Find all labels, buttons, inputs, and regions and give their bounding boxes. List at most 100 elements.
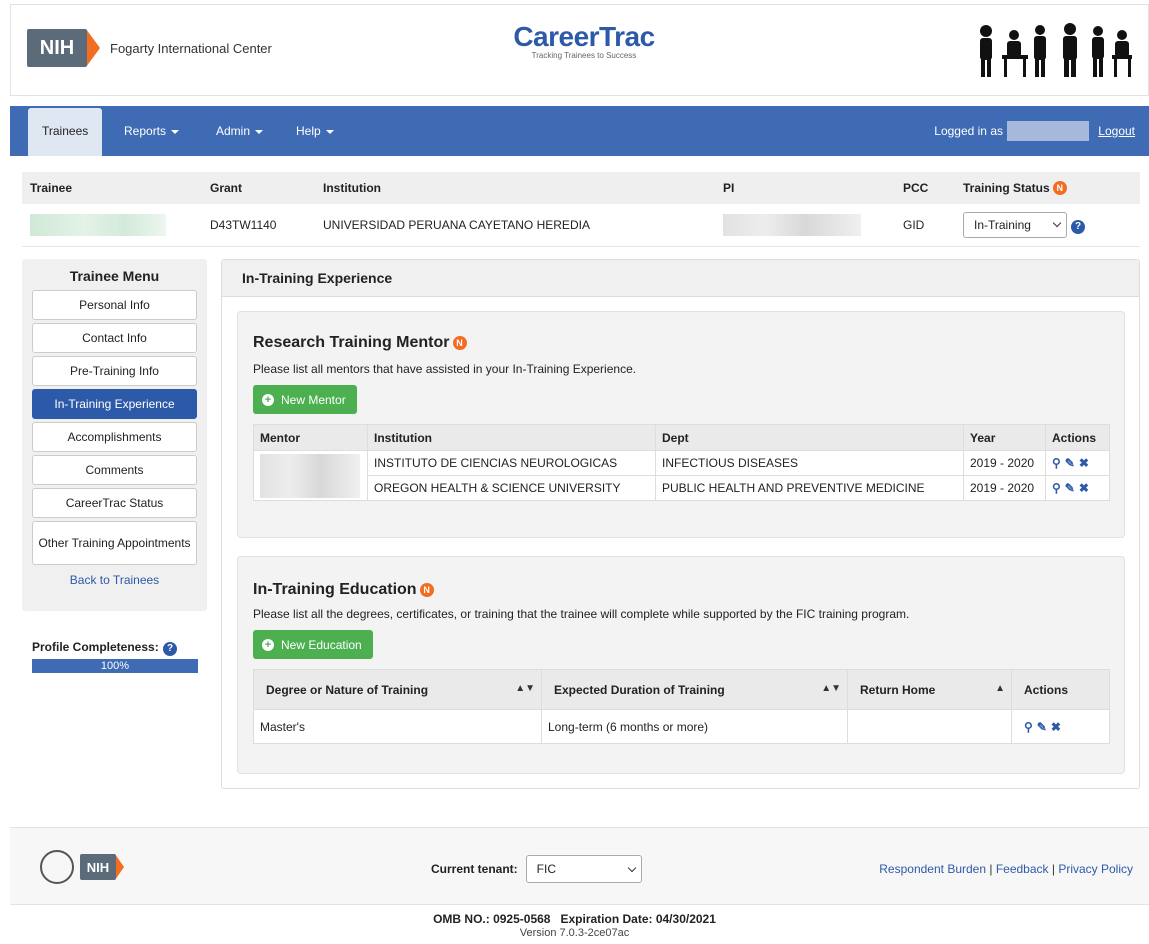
col-degree[interactable]: Degree or Nature of Training ▲▼	[253, 669, 542, 710]
col-pcc: PCC	[895, 172, 955, 204]
menu-in-training-experience[interactable]: In-Training Experience	[32, 389, 197, 419]
profile-label-text: Profile Completeness:	[32, 640, 159, 654]
caret-down-icon	[325, 129, 334, 134]
menu-accomplishments[interactable]: Accomplishments	[32, 422, 197, 452]
training-status-value: In-Training	[974, 217, 1031, 232]
tenant-value: FIC	[536, 862, 557, 876]
respondent-burden-link[interactable]: Respondent Burden	[879, 862, 986, 876]
degree-cell: Master's	[253, 709, 542, 744]
tenant-label: Current tenant:	[431, 862, 518, 876]
menu-other-training-appointments[interactable]: Other Training Appointments	[32, 521, 197, 565]
logout-link[interactable]: Logout	[1098, 106, 1135, 156]
nih-chevron-icon	[115, 854, 124, 880]
nav-trainees[interactable]: Trainees	[28, 108, 103, 156]
sort-asc-icon: ▲	[995, 682, 1005, 694]
version-text: Version 7.0.3-2ce07ac	[519, 927, 630, 939]
table-row: OREGON HEALTH & SCIENCE UNIVERSITY PUBLI…	[254, 475, 1110, 501]
duration-cell: Long-term (6 months or more)	[541, 709, 848, 744]
education-title-text: In-Training Education	[253, 581, 417, 598]
pencil-icon[interactable]: ✎	[1065, 456, 1075, 470]
in-training-experience-panel: In-Training Experience Research Training…	[221, 259, 1140, 789]
new-education-label: New Education	[281, 637, 362, 652]
omb-line: OMB NO.: 0925-0568 Expiration Date: 04/3…	[0, 912, 1149, 926]
in-training-education-card: In-Training Education N Please list all t…	[237, 556, 1125, 774]
research-mentor-card: Research Training Mentor N Please list al…	[237, 311, 1125, 538]
mentor-name-cell	[253, 450, 368, 501]
page-footer: NIH Current tenant: FIC Respondent Burde…	[10, 827, 1149, 905]
pi-cell	[715, 204, 895, 247]
mentor-institution-cell: OREGON HEALTH & SCIENCE UNIVERSITY	[367, 475, 656, 501]
omb-number: OMB NO.: 0925-0568	[433, 912, 551, 926]
panel-title: In-Training Experience	[222, 260, 1139, 297]
careertrac-logo: CareerTrac Tracking Trainees to Success	[499, 23, 669, 61]
plus-circle-icon: +	[262, 393, 274, 406]
col-duration-label: Expected Duration of Training	[554, 682, 725, 697]
col-training-status: Training Status N	[955, 172, 1140, 204]
profile-completeness-label: Profile Completeness: ?	[32, 640, 198, 656]
menu-contact-info[interactable]: Contact Info	[32, 323, 197, 353]
redacted-mentor-names	[260, 453, 360, 498]
app-subtitle: Tracking Trainees to Success	[531, 51, 637, 60]
trainee-menu-title: Trainee Menu	[69, 268, 160, 284]
footer-links: Respondent Burden | Feedback | Privacy P…	[879, 862, 1133, 876]
menu-careertrac-status[interactable]: CareerTrac Status	[32, 488, 197, 518]
table-row: INSTITUTO DE CIENCIAS NEUROLOGICAS INFEC…	[253, 450, 1110, 501]
question-help-icon[interactable]: ?	[1071, 219, 1085, 234]
magnifier-icon[interactable]: ⚲	[1052, 456, 1061, 470]
new-education-button[interactable]: + New Education	[253, 630, 373, 659]
plus-circle-icon: +	[262, 638, 274, 651]
footer-nih-box: NIH	[80, 854, 116, 880]
mentor-description: Please list all mentors that have assist…	[253, 362, 637, 376]
col-mentor-institution: Institution	[367, 424, 656, 451]
nav-help[interactable]: Help	[282, 106, 348, 156]
mentor-institution-cell: INSTITUTO DE CIENCIAS NEUROLOGICAS	[367, 450, 656, 476]
new-mentor-button[interactable]: + New Mentor	[253, 385, 357, 414]
menu-personal-info[interactable]: Personal Info	[32, 290, 197, 320]
mentor-title-text: Research Training Mentor	[253, 334, 450, 351]
back-to-trainees-link[interactable]: Back to Trainees	[22, 573, 207, 587]
profile-progress-bar: 100%	[32, 659, 198, 673]
caret-down-icon	[255, 129, 264, 134]
omb-info: OMB NO.: 0925-0568 Expiration Date: 04/3…	[0, 912, 1149, 939]
col-institution: Institution	[315, 172, 715, 204]
nih-chevron-icon	[86, 29, 100, 67]
feedback-link[interactable]: Feedback	[996, 862, 1049, 876]
col-trainee: Trainee	[22, 172, 202, 204]
col-mentor: Mentor	[253, 424, 368, 451]
x-icon[interactable]: ✖	[1079, 456, 1089, 470]
sort-both-icon: ▲▼	[515, 682, 535, 694]
x-icon[interactable]: ✖	[1079, 481, 1089, 495]
question-help-icon[interactable]: ?	[163, 642, 178, 656]
nav-admin-label: Admin	[216, 124, 251, 138]
expiration-date: Expiration Date: 04/30/2021	[560, 912, 716, 926]
nav-help-label: Help	[296, 124, 321, 138]
education-section-title: In-Training Education N	[253, 581, 434, 599]
nav-reports[interactable]: Reports	[110, 106, 193, 156]
people-silhouettes-icon	[980, 23, 1132, 77]
menu-pre-training-info[interactable]: Pre-Training Info	[32, 356, 197, 386]
trainee-name-cell	[22, 204, 202, 247]
menu-comments[interactable]: Comments	[32, 455, 197, 485]
col-duration[interactable]: Expected Duration of Training ▲▼	[541, 669, 848, 710]
trainee-menu: Trainee Menu Personal Info Contact Info …	[22, 259, 207, 611]
grant-cell: D43TW1140	[202, 204, 315, 247]
nav-trainees-label: Trainees	[42, 124, 89, 138]
col-pi: PI	[715, 172, 895, 204]
pencil-icon[interactable]: ✎	[1065, 481, 1075, 495]
notice-badge-icon: N	[419, 583, 434, 597]
mentor-actions-cell: ⚲ ✎ ✖	[1045, 475, 1110, 501]
mentor-actions-cell: ⚲ ✎ ✖	[1045, 450, 1110, 476]
col-return-home[interactable]: Return Home ▲	[847, 669, 1012, 710]
training-status-select[interactable]: In-Training	[963, 211, 1067, 238]
tenant-select[interactable]: FIC	[525, 855, 642, 883]
privacy-policy-link[interactable]: Privacy Policy	[1058, 862, 1133, 876]
tenant-selector: Current tenant: FIC	[431, 855, 642, 883]
chevron-down-icon	[627, 863, 636, 872]
pencil-icon[interactable]: ✎	[1037, 720, 1047, 734]
return-home-cell	[847, 709, 1012, 744]
magnifier-icon[interactable]: ⚲	[1052, 481, 1061, 495]
nav-admin[interactable]: Admin	[202, 106, 277, 156]
magnifier-icon[interactable]: ⚲	[1024, 720, 1033, 734]
x-icon[interactable]: ✖	[1051, 720, 1061, 734]
caret-down-icon	[171, 129, 180, 134]
